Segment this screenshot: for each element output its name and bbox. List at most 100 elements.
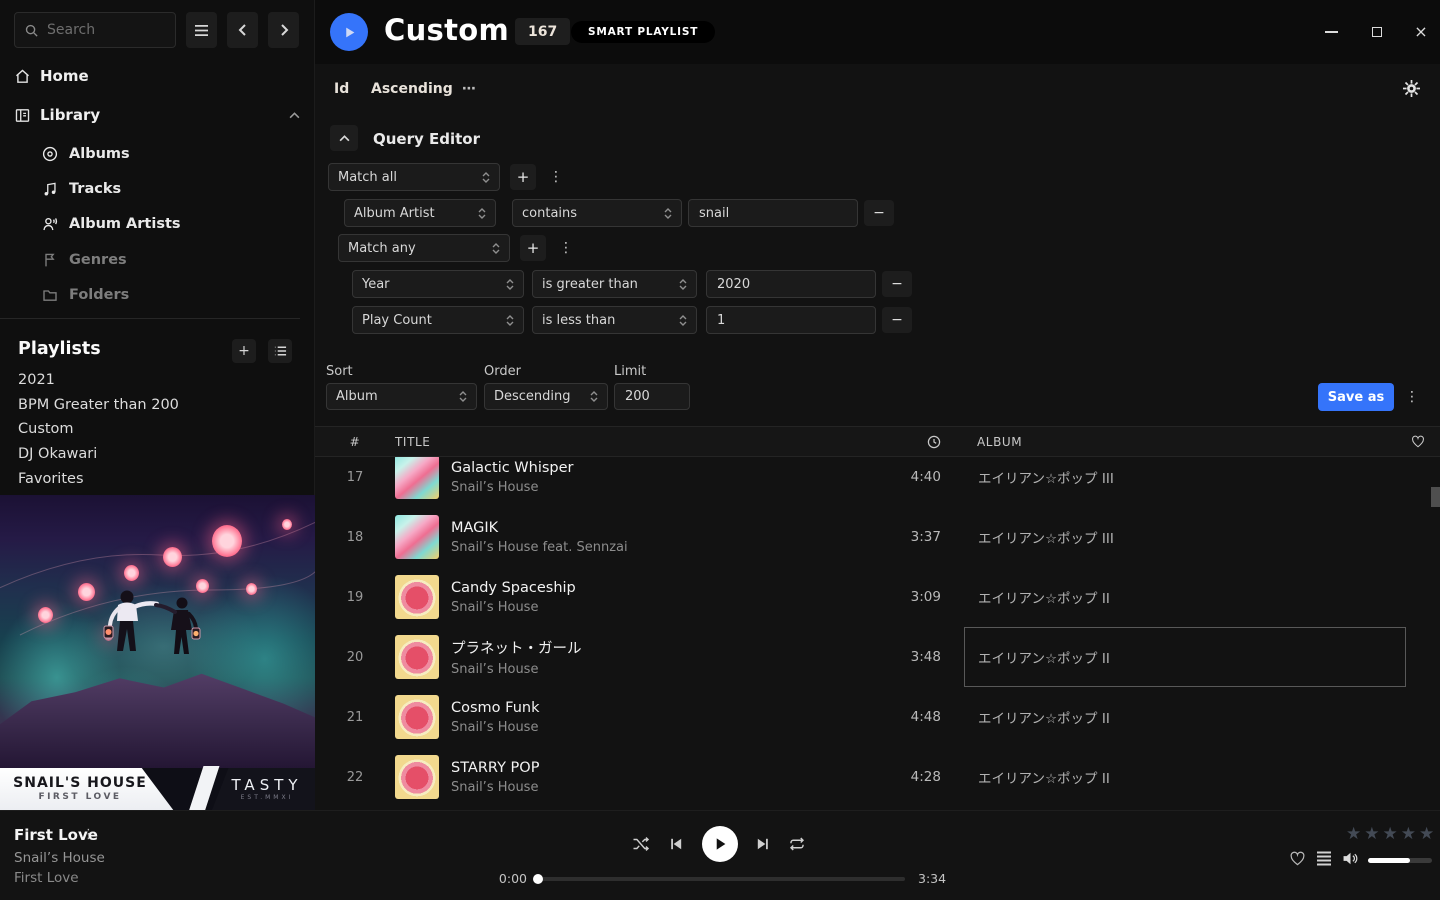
- track-row[interactable]: 22 STARRY POPSnail’s House 4:28 エイリアン☆ポッ…: [315, 747, 1440, 807]
- playlist-item[interactable]: BPM Greater than 200: [18, 397, 304, 416]
- sidebar-item-album-artists[interactable]: Album Artists: [42, 214, 300, 234]
- track-artist[interactable]: Snail’s House: [451, 662, 881, 677]
- track-artist[interactable]: Snail’s House feat. Sennzai: [451, 540, 881, 555]
- menu-button[interactable]: [186, 12, 217, 48]
- limit-input[interactable]: [614, 383, 690, 410]
- search-box[interactable]: [14, 12, 176, 48]
- next-button[interactable]: [755, 836, 771, 852]
- rule1-field-select[interactable]: Album Artist: [344, 199, 496, 227]
- sidebar-item-folders[interactable]: Folders: [42, 285, 300, 305]
- now-playing-album[interactable]: First Love: [14, 870, 79, 886]
- track-title[interactable]: Candy Spaceship: [451, 580, 881, 596]
- sort-direction-button[interactable]: Ascending: [371, 81, 453, 99]
- track-row[interactable]: 18 MAGIKSnail’s House feat. Sennzai 3:37…: [315, 507, 1440, 567]
- remove-rule3-button[interactable]: −: [882, 307, 912, 333]
- track-album[interactable]: エイリアン☆ポップ III: [964, 507, 1406, 567]
- shuffle-button[interactable]: [632, 836, 650, 852]
- play-playlist-button[interactable]: [330, 13, 368, 51]
- track-album[interactable]: エイリアン☆ポップ II: [964, 687, 1406, 747]
- track-title[interactable]: プラネット・ガール: [451, 637, 881, 658]
- star-icon[interactable]: ★: [1346, 824, 1361, 844]
- subgroup-menu-button[interactable]: ⋮: [558, 235, 574, 261]
- star-icon[interactable]: ★: [1419, 824, 1434, 844]
- previous-button[interactable]: [668, 836, 684, 852]
- track-title[interactable]: MAGIK: [451, 520, 881, 536]
- rule3-operator-select[interactable]: is less than: [532, 306, 697, 334]
- save-as-button[interactable]: Save as: [1318, 383, 1394, 411]
- star-icon[interactable]: ★: [1364, 824, 1379, 844]
- rule2-value-input[interactable]: [706, 270, 876, 298]
- track-title[interactable]: Cosmo Funk: [451, 700, 881, 716]
- column-header-title[interactable]: TITLE: [395, 435, 881, 449]
- query-editor-collapse-button[interactable]: [330, 125, 358, 151]
- track-artist[interactable]: Snail’s House: [451, 720, 881, 735]
- remove-rule2-button[interactable]: −: [882, 271, 912, 297]
- save-menu-button[interactable]: ⋮: [1404, 384, 1420, 410]
- sidebar-item-genres[interactable]: Genres: [42, 250, 300, 270]
- playlist-item[interactable]: DJ Okawari: [18, 446, 304, 465]
- column-header-favorite[interactable]: [1396, 435, 1440, 448]
- scrollbar-thumb[interactable]: [1431, 487, 1440, 507]
- track-title[interactable]: STARRY POP: [451, 760, 881, 776]
- now-playing-menu-button[interactable]: ⋮: [82, 827, 95, 842]
- play-pause-button[interactable]: [702, 826, 738, 862]
- column-header-duration[interactable]: [881, 435, 941, 449]
- match-any-select[interactable]: Match any: [338, 234, 510, 262]
- add-rule-button[interactable]: +: [510, 164, 536, 190]
- now-playing-album-art[interactable]: SNAIL'S HOUSE FIRST LOVE TASTY EST.MMXI: [0, 495, 315, 810]
- track-row[interactable]: 20 プラネット・ガールSnail’s House 3:48 エイリアン☆ポップ…: [315, 627, 1440, 687]
- volume-slider[interactable]: [1368, 858, 1432, 863]
- track-artist[interactable]: Snail’s House: [451, 480, 881, 495]
- column-header-album[interactable]: ALBUM: [941, 435, 1396, 449]
- sidebar-item-albums[interactable]: Albums: [42, 144, 300, 164]
- search-input[interactable]: [47, 22, 166, 38]
- settings-button[interactable]: [1403, 80, 1420, 101]
- sidebar-item-home[interactable]: Home: [14, 64, 300, 88]
- column-header-number[interactable]: #: [315, 435, 395, 449]
- window-close-button[interactable]: ×: [1411, 22, 1431, 42]
- rule2-field-select[interactable]: Year: [352, 270, 524, 298]
- seek-knob[interactable]: [533, 874, 543, 884]
- playlist-item[interactable]: Custom: [18, 421, 304, 440]
- track-row[interactable]: 19 Candy SpaceshipSnail’s House 3:09 エイリ…: [315, 567, 1440, 627]
- track-album[interactable]: エイリアン☆ポップ III: [964, 457, 1406, 507]
- add-subrule-button[interactable]: +: [520, 235, 546, 261]
- track-artist[interactable]: Snail’s House: [451, 600, 881, 615]
- playlist-item[interactable]: Favorites: [18, 471, 304, 490]
- rule3-value-input[interactable]: [706, 306, 876, 334]
- rule1-operator-select[interactable]: contains: [512, 199, 682, 227]
- nav-back-button[interactable]: [227, 12, 258, 48]
- remove-rule1-button[interactable]: −: [864, 200, 894, 226]
- nav-forward-button[interactable]: [268, 12, 299, 48]
- repeat-button[interactable]: [788, 836, 806, 852]
- add-playlist-button[interactable]: +: [232, 339, 256, 363]
- star-icon[interactable]: ★: [1401, 824, 1416, 844]
- sort-select[interactable]: Album: [326, 383, 477, 410]
- track-title[interactable]: Galactic Whisper: [451, 460, 881, 476]
- rule-group-menu-button[interactable]: ⋮: [548, 164, 564, 190]
- star-icon[interactable]: ★: [1383, 824, 1398, 844]
- sidebar-item-tracks[interactable]: Tracks: [42, 179, 300, 199]
- rule3-field-select[interactable]: Play Count: [352, 306, 524, 334]
- more-options-button[interactable]: ⋯: [462, 81, 476, 99]
- now-playing-artist[interactable]: Snail’s House: [14, 850, 105, 866]
- playlist-list-button[interactable]: [268, 339, 292, 363]
- track-row[interactable]: 21 Cosmo FunkSnail’s House 4:48 エイリアン☆ポッ…: [315, 687, 1440, 747]
- seek-bar[interactable]: [535, 877, 905, 881]
- window-maximize-button[interactable]: [1367, 22, 1387, 42]
- order-select[interactable]: Descending: [484, 383, 608, 410]
- track-album[interactable]: エイリアン☆ポップ II: [964, 567, 1406, 627]
- window-minimize-button[interactable]: [1321, 22, 1341, 42]
- sort-field-button[interactable]: Id: [334, 81, 349, 99]
- chevron-up-icon[interactable]: [289, 112, 300, 119]
- queue-button[interactable]: [1316, 851, 1332, 866]
- track-row[interactable]: 17 Galactic WhisperSnail’s House 4:40 エイ…: [315, 457, 1440, 507]
- track-album[interactable]: エイリアン☆ポップ II: [964, 747, 1406, 807]
- favorite-button[interactable]: [1289, 851, 1306, 866]
- playlist-item[interactable]: 2021: [18, 372, 304, 391]
- rule1-value-input[interactable]: [688, 199, 858, 227]
- match-all-select[interactable]: Match all: [328, 163, 500, 191]
- rule2-operator-select[interactable]: is greater than: [532, 270, 697, 298]
- track-artist[interactable]: Snail’s House: [451, 780, 881, 795]
- volume-button[interactable]: [1342, 851, 1359, 866]
